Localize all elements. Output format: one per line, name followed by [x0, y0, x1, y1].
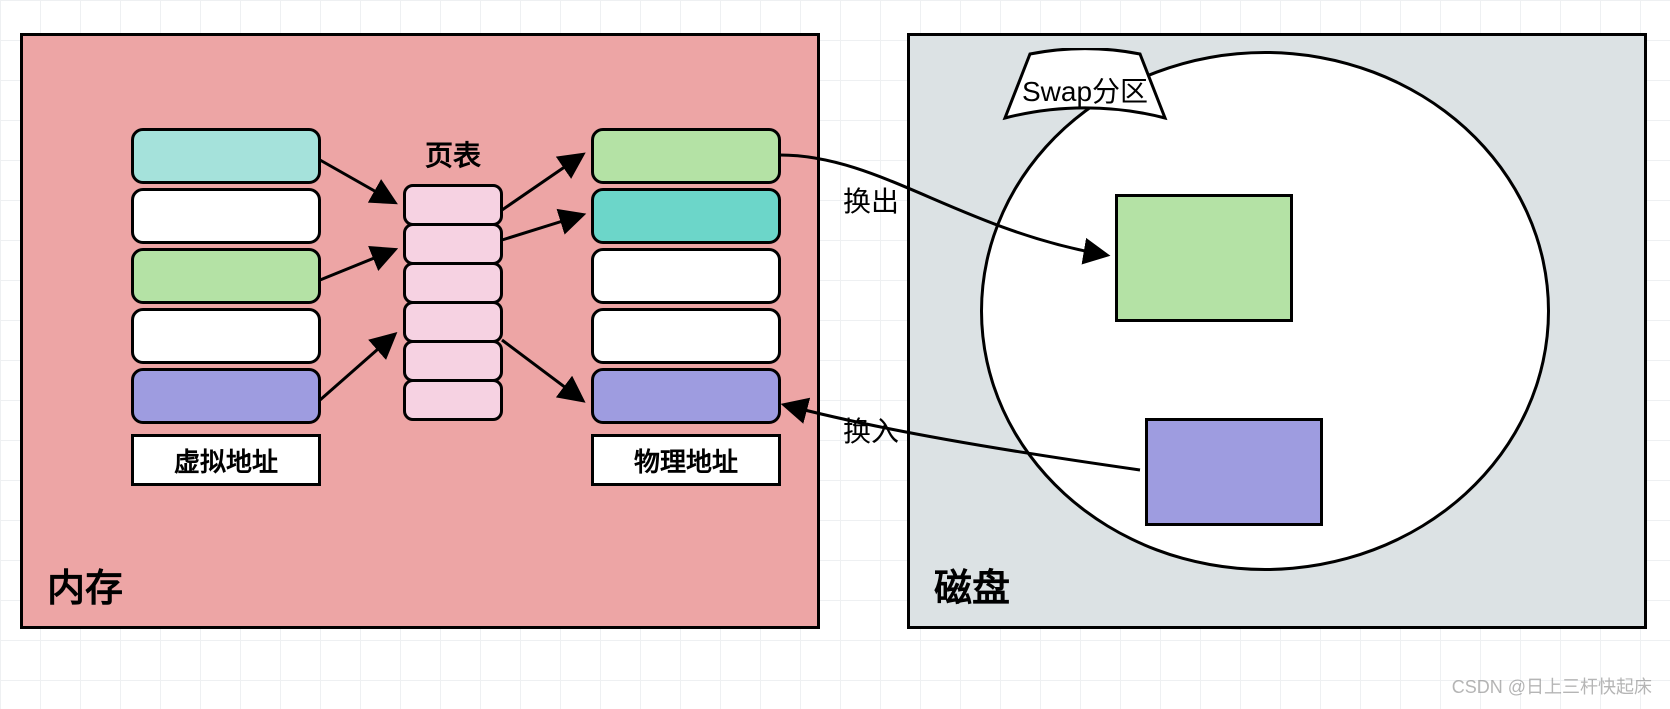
swap-label: Swap分区	[995, 70, 1175, 110]
page-table-entry	[403, 301, 503, 343]
virtual-slot	[131, 368, 321, 424]
page-table-title: 页表	[393, 134, 513, 174]
memory-title: 内存	[47, 557, 123, 612]
physical-slot	[591, 188, 781, 244]
virtual-slot	[131, 308, 321, 364]
physical-address-column: 物理地址	[591, 128, 781, 486]
page-table-entry	[403, 340, 503, 382]
virtual-label: 虚拟地址	[131, 434, 321, 486]
page-table-entry	[403, 379, 503, 421]
page-table-entry	[403, 184, 503, 226]
disk-title: 磁盘	[934, 557, 1010, 612]
swap-in-label: 换入	[843, 410, 899, 450]
physical-slot	[591, 128, 781, 184]
page-table-entry	[403, 262, 503, 304]
page-table-entry	[403, 223, 503, 265]
physical-label: 物理地址	[591, 434, 781, 486]
virtual-slot	[131, 188, 321, 244]
memory-panel: 内存 页表 虚拟地址 物理地址	[20, 33, 820, 629]
disk-panel: 磁盘 Swap分区	[907, 33, 1647, 629]
virtual-slot	[131, 128, 321, 184]
disk-block-green	[1115, 194, 1293, 322]
virtual-address-column: 虚拟地址	[131, 128, 321, 486]
physical-slot	[591, 308, 781, 364]
physical-slot	[591, 368, 781, 424]
watermark: CSDN @日上三杆快起床	[1452, 673, 1652, 699]
virtual-slot	[131, 248, 321, 304]
disk-block-purple	[1145, 418, 1323, 526]
physical-slot	[591, 248, 781, 304]
page-table-column	[403, 184, 503, 421]
swap-partition: Swap分区	[995, 48, 1175, 128]
swap-out-label: 换出	[843, 180, 899, 220]
